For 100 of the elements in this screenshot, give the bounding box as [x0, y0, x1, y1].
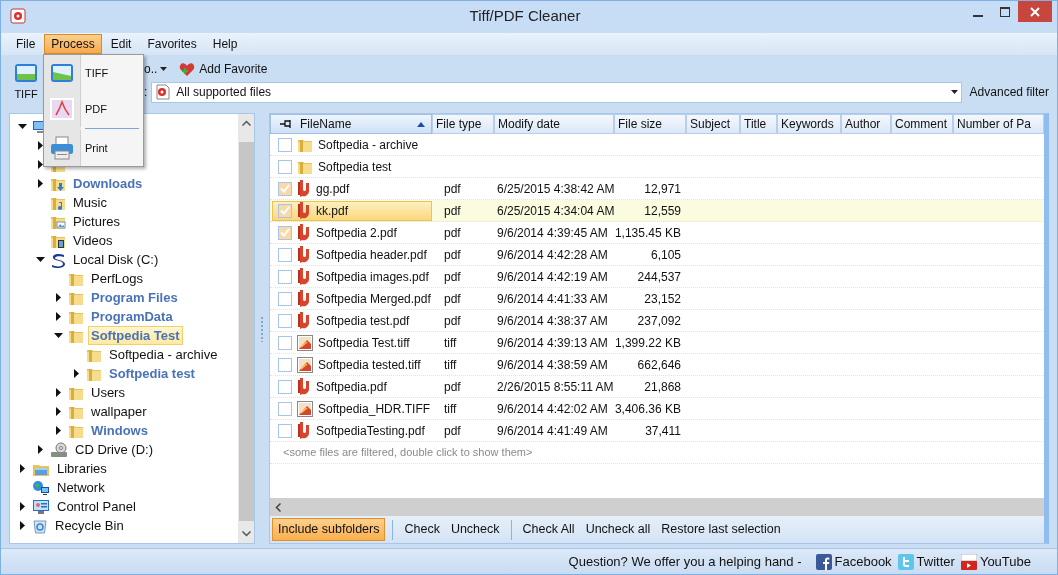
collapsed-arrow-icon[interactable] — [37, 445, 43, 454]
file-row[interactable]: SoftpediaTesting.pdf pdf 9/6/2014 4:41:49 AM 37,411 — [270, 420, 1044, 442]
checkbox[interactable] — [278, 401, 292, 416]
checkbox[interactable] — [278, 137, 292, 152]
collapsed-arrow-icon[interactable] — [55, 312, 61, 321]
file-name[interactable]: Softpedia test — [318, 157, 392, 176]
column-header[interactable]: File size — [614, 114, 686, 134]
include-subfolders-toggle[interactable]: Include subfolders — [272, 518, 386, 541]
social-link[interactable]: YouTube — [960, 551, 1031, 572]
file-name[interactable]: Softpedia header.pdf — [316, 245, 427, 264]
file-row[interactable]: Softpedia_HDR.TIFF tiff 9/6/2014 4:42:02 AM 3,406.36 KB — [270, 398, 1044, 420]
tree-item[interactable]: Recycle Bin — [52, 516, 127, 535]
tree-item[interactable]: Program Files — [88, 288, 181, 307]
column-header[interactable]: Keywords — [777, 114, 841, 134]
file-name[interactable]: Softpedia.pdf — [316, 377, 387, 396]
column-header[interactable]: Subject — [686, 114, 740, 134]
checkbox[interactable] — [278, 313, 292, 328]
collapsed-arrow-icon[interactable] — [73, 369, 79, 378]
file-type-dropdown[interactable]: All supported files — [151, 81, 962, 103]
file-name[interactable]: Softpedia 2.pdf — [316, 223, 397, 242]
tree-item[interactable]: Music — [70, 193, 110, 212]
checkbox[interactable] — [278, 379, 292, 394]
menu-item[interactable]: Favorites — [140, 34, 204, 54]
expanded-arrow-icon[interactable] — [53, 332, 63, 339]
file-row[interactable]: Softpedia test.pdf pdf 9/6/2014 4:38:37 AM 237,092 — [270, 310, 1044, 332]
collapsed-arrow-icon[interactable] — [19, 521, 25, 530]
tree-item[interactable]: Downloads — [70, 174, 146, 193]
file-name[interactable]: Softpedia images.pdf — [316, 267, 429, 286]
action-button[interactable]: Check All — [518, 518, 579, 541]
tree-item[interactable]: ProgramData — [88, 307, 176, 326]
file-row[interactable]: Softpedia images.pdf pdf 9/6/2014 4:42:19 AM 244,537 — [270, 266, 1044, 288]
checkbox[interactable] — [278, 335, 292, 350]
scroll-left-icon[interactable] — [275, 502, 281, 512]
menu-item[interactable]: PDF — [44, 91, 143, 127]
menu-item[interactable]: Print — [44, 130, 143, 166]
file-name[interactable]: SoftpediaTesting.pdf — [316, 421, 425, 440]
checkbox[interactable] — [278, 225, 292, 240]
column-header[interactable]: Title — [740, 114, 777, 134]
social-link[interactable]: Twitter — [897, 551, 955, 572]
menu-item[interactable]: Help — [205, 34, 245, 54]
checkbox[interactable] — [278, 423, 292, 438]
checkbox[interactable] — [278, 357, 292, 372]
column-header[interactable]: FileName — [270, 114, 432, 134]
action-button[interactable]: Uncheck all — [581, 518, 655, 541]
collapsed-arrow-icon[interactable] — [37, 179, 43, 188]
menu-item[interactable]: File — [9, 34, 43, 54]
go-dropdown[interactable]: o.. — [144, 60, 168, 78]
file-row[interactable]: Softpedia Test.tiff tiff 9/6/2014 4:39:13 AM 1,399.22 KB — [270, 332, 1044, 354]
tree-item[interactable]: Pictures — [70, 212, 123, 231]
tree-item[interactable]: Softpedia Test — [88, 326, 183, 345]
file-row[interactable]: kk.pdf pdf 6/25/2015 4:34:04 AM 12,559 — [270, 200, 1044, 222]
checkbox[interactable] — [278, 291, 292, 306]
checkbox[interactable] — [278, 203, 292, 218]
collapsed-arrow-icon[interactable] — [19, 502, 25, 511]
action-button[interactable]: Uncheck — [446, 518, 504, 541]
splitter-grip[interactable] — [260, 315, 264, 342]
tiff-button[interactable]: TIFF — [9, 57, 43, 105]
expanded-arrow-icon[interactable] — [17, 123, 27, 130]
collapsed-arrow-icon[interactable] — [55, 293, 61, 302]
column-header[interactable]: Comment — [891, 114, 953, 134]
checkbox[interactable] — [278, 269, 292, 284]
file-row[interactable]: Softpedia.pdf pdf 2/26/2015 8:55:11 AM 21,868 — [270, 376, 1044, 398]
menu-item[interactable]: Edit — [103, 34, 139, 54]
tree-item[interactable]: Users — [88, 383, 128, 402]
collapsed-arrow-icon[interactable] — [55, 388, 61, 397]
collapsed-arrow-icon[interactable] — [37, 141, 43, 150]
file-name[interactable]: Softpedia tested.tiff — [318, 355, 421, 374]
tree-item[interactable]: Libraries — [54, 459, 110, 478]
tree-item[interactable]: Local Disk (C:) — [70, 250, 162, 269]
column-header[interactable]: Number of Pa — [953, 114, 1044, 134]
advanced-filter-link[interactable]: Advanced filter — [965, 83, 1049, 101]
file-name[interactable]: Softpedia Test.tiff — [318, 333, 410, 352]
menu-item[interactable]: TIFF — [44, 55, 143, 91]
checkbox[interactable] — [278, 247, 292, 262]
horizontal-scrollbar[interactable] — [270, 498, 1044, 516]
tree-item[interactable]: Videos — [70, 231, 116, 250]
tree-item[interactable]: CD Drive (D:) — [72, 440, 156, 459]
column-header[interactable]: Author — [841, 114, 891, 134]
column-header[interactable]: Modify date — [494, 114, 614, 134]
social-link[interactable]: Facebook — [815, 551, 892, 572]
tree-item[interactable]: wallpaper — [88, 402, 150, 421]
file-name[interactable]: Softpedia - archive — [318, 135, 419, 154]
file-name[interactable]: Softpedia Merged.pdf — [316, 289, 431, 308]
scroll-up-icon[interactable] — [241, 120, 251, 126]
file-name[interactable]: gg.pdf — [316, 179, 350, 198]
tree-item[interactable]: Softpedia - archive — [106, 345, 221, 364]
column-header[interactable]: File type — [432, 114, 494, 134]
action-button[interactable]: Check — [400, 518, 444, 541]
menu-item[interactable]: Process — [44, 34, 102, 54]
file-row[interactable]: Softpedia test — [270, 156, 1044, 178]
tree-item[interactable]: Control Panel — [54, 497, 139, 516]
collapsed-arrow-icon[interactable] — [55, 407, 61, 416]
collapsed-arrow-icon[interactable] — [37, 160, 43, 169]
scroll-down-icon[interactable] — [241, 531, 251, 537]
file-name[interactable]: Softpedia_HDR.TIFF — [318, 399, 431, 418]
tree-item[interactable]: PerfLogs — [88, 269, 147, 288]
collapsed-arrow-icon[interactable] — [19, 464, 25, 473]
file-row[interactable]: Softpedia - archive — [270, 134, 1044, 156]
app-icon[interactable] — [10, 8, 26, 24]
file-row[interactable]: Softpedia header.pdf pdf 9/6/2014 4:42:28 AM 6,105 — [270, 244, 1044, 266]
